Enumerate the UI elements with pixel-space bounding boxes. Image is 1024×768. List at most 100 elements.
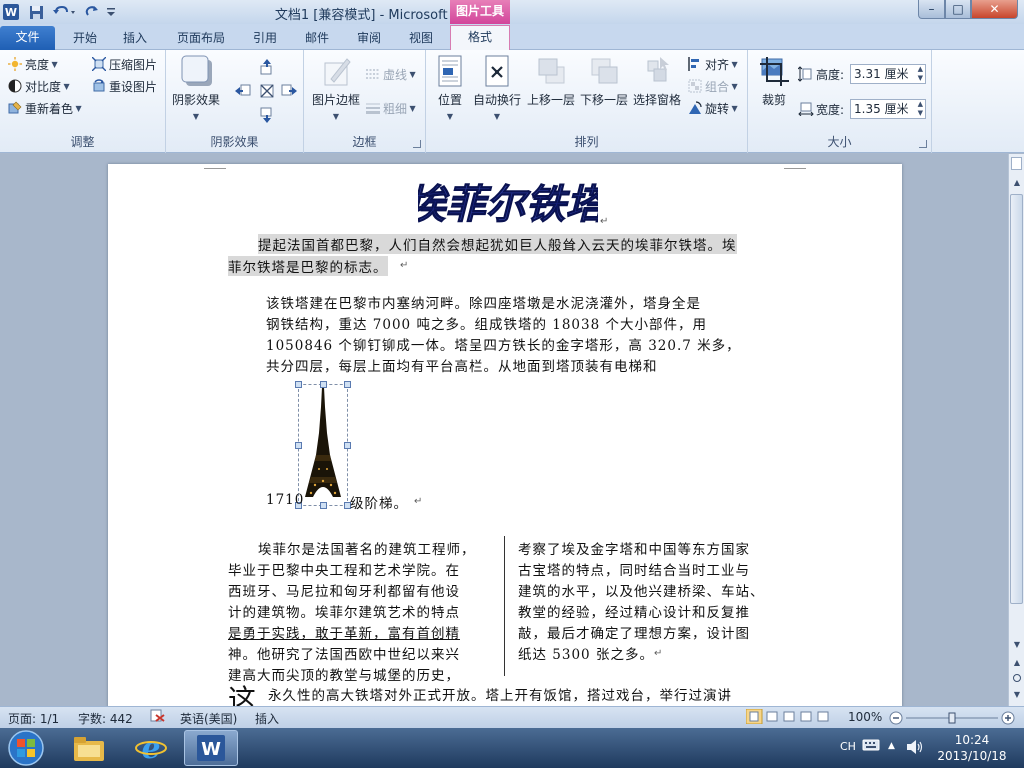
nudge-shadow-up-button[interactable] xyxy=(258,58,276,76)
col-right-line: 考察了埃及金字塔和中国等东方国家 xyxy=(518,542,750,558)
dashes-button[interactable]: 虚线 ▼ xyxy=(366,65,416,83)
col-right-line: 敲，最后才确定了理想方案，设计图 xyxy=(518,626,750,642)
para2-line: 该铁塔建在巴黎市内塞纳河畔。除四座塔墩是水泥浇灌外，塔身全是 xyxy=(266,296,701,312)
col-left-line: 计的建筑物。埃菲尔建筑艺术的特点 xyxy=(228,605,460,621)
crop-button[interactable]: 裁剪 xyxy=(754,55,794,108)
margin-mark xyxy=(204,168,226,169)
resize-handle[interactable] xyxy=(344,442,351,449)
resize-handle[interactable] xyxy=(344,381,351,388)
tab-mailings[interactable]: 邮件 xyxy=(294,27,340,50)
col-left-line: 建高大而尖顶的教堂与城堡的历史， xyxy=(228,668,460,684)
col-right-line: 建筑的水平，以及他兴建桥梁、车站、 xyxy=(518,584,765,600)
word-taskbar-button[interactable]: W xyxy=(184,730,238,766)
tab-insert[interactable]: 插入 xyxy=(112,27,158,50)
paragraph-mark: ↵ xyxy=(600,216,609,227)
scroll-up-icon[interactable]: ▲ xyxy=(1012,178,1022,188)
resize-handle[interactable] xyxy=(295,381,302,388)
shadow-effects-button[interactable]: 阴影效果 ▼ xyxy=(172,55,220,122)
tab-references[interactable]: 引用 xyxy=(242,27,288,50)
contrast-button[interactable]: 对比度 ▼ xyxy=(8,77,70,95)
group-arrange: 位置 ▼ 自动换行 ▼ 上移一层 下移一层 选择窗格 对齐 ▼ 组合 ▼ 旋转 ▼ xyxy=(426,50,748,153)
insert-mode[interactable]: 插入 xyxy=(255,710,279,727)
start-orb-icon[interactable] xyxy=(4,728,48,768)
document-page[interactable]: 埃菲尔铁塔 ↵ 提起法国首都巴黎，人们自然会想起犹如巨人般耸入云天的埃菲尔铁塔。… xyxy=(108,164,902,706)
resize-handle[interactable] xyxy=(320,502,327,509)
tray-clock[interactable]: 10:24 2013/10/18 xyxy=(930,732,1014,764)
reset-picture-button[interactable]: 重设图片 xyxy=(92,77,157,95)
height-spinner[interactable]: ▲ ▼ xyxy=(918,65,923,83)
brightness-button[interactable]: 亮度 ▼ xyxy=(8,55,58,73)
explorer-icon[interactable] xyxy=(62,730,116,766)
paragraph-mark: ↵ xyxy=(400,260,409,271)
ie-icon[interactable]: e xyxy=(124,730,178,766)
tab-home[interactable]: 开始 xyxy=(62,27,108,50)
nudge-shadow-left-button[interactable] xyxy=(234,82,252,100)
bring-forward-button[interactable]: 上移一层 xyxy=(526,55,576,108)
vertical-scrollbar[interactable]: ▲ ▼ ▲ ▼ xyxy=(1008,154,1024,706)
rotate-button[interactable]: 旋转 ▼ xyxy=(688,99,738,117)
width-field[interactable]: 1.35 厘米 ▲ ▼ xyxy=(850,99,926,119)
tab-view[interactable]: 视图 xyxy=(398,27,444,50)
send-backward-button[interactable]: 下移一层 xyxy=(578,55,630,108)
proofing-icon[interactable] xyxy=(150,709,166,726)
height-field[interactable]: 3.31 厘米 ▲ ▼ xyxy=(850,64,926,84)
wrap-text-button[interactable]: 自动换行 ▼ xyxy=(470,55,524,122)
shadow-onoff-button[interactable] xyxy=(258,82,276,100)
align-button[interactable]: 对齐 ▼ xyxy=(688,55,738,73)
height-label: 高度: xyxy=(816,67,845,82)
selection-pane-button[interactable]: 选择窗格 xyxy=(630,55,684,108)
group-objects-icon xyxy=(688,79,702,93)
ime-indicator[interactable]: CH xyxy=(840,740,856,753)
page-count[interactable]: 页面: 1/1 xyxy=(8,710,59,727)
weight-button[interactable]: 粗细 ▼ xyxy=(366,99,416,117)
tab-review[interactable]: 审阅 xyxy=(346,27,392,50)
resize-handle[interactable] xyxy=(295,442,302,449)
picture-border-button[interactable]: 图片边框 ▼ xyxy=(308,55,364,122)
next-page-icon[interactable]: ▼ xyxy=(1012,690,1022,700)
keyboard-icon[interactable] xyxy=(862,738,880,755)
scroll-thumb[interactable] xyxy=(1010,194,1023,604)
wordart-text: 埃菲尔铁塔 xyxy=(418,181,598,228)
width-spinner[interactable]: ▲ ▼ xyxy=(918,100,923,118)
zoom-level[interactable]: 100% xyxy=(848,710,882,724)
selection-pane-icon xyxy=(642,55,672,87)
shape-width-icon xyxy=(798,100,814,118)
tab-format[interactable]: 格式 xyxy=(450,25,510,51)
word-count[interactable]: 字数: 442 xyxy=(78,710,133,727)
col-right-line: 纸达 5300 张之多。 xyxy=(518,647,654,663)
ruler-toggle-icon[interactable] xyxy=(1011,157,1022,170)
document-area[interactable]: 埃菲尔铁塔 ↵ 提起法国首都巴黎，人们自然会想起犹如巨人般耸入云天的埃菲尔铁塔。… xyxy=(0,154,1008,706)
position-icon xyxy=(435,55,465,87)
group-objects-button[interactable]: 组合 ▼ xyxy=(688,77,738,95)
print-layout-view-icon[interactable] xyxy=(745,708,830,727)
drop-cap: 这 xyxy=(228,683,257,706)
nudge-shadow-down-button[interactable] xyxy=(258,106,276,124)
close-button[interactable]: ✕ xyxy=(971,0,1018,19)
minimize-button[interactable]: – xyxy=(918,0,945,19)
volume-icon[interactable] xyxy=(906,739,924,758)
tab-file[interactable]: 文件 xyxy=(0,26,55,50)
recolor-button[interactable]: 重新着色 ▼ xyxy=(8,99,82,117)
language-indicator[interactable]: 英语(美国) xyxy=(180,710,237,727)
resize-handle[interactable] xyxy=(320,381,327,388)
nudge-shadow-right-button[interactable] xyxy=(280,82,298,100)
zoom-slider[interactable] xyxy=(888,710,1016,726)
maximize-button[interactable]: □ xyxy=(945,0,971,19)
previous-page-icon[interactable]: ▲ xyxy=(1012,658,1022,668)
border-dialog-launcher[interactable] xyxy=(413,140,421,148)
group-adjust: 亮度 ▼ 对比度 ▼ 重新着色 ▼ 压缩图片 重设图片 调整 xyxy=(0,50,166,153)
wordart-title[interactable]: 埃菲尔铁塔 xyxy=(418,176,598,232)
tab-page-layout[interactable]: 页面布局 xyxy=(166,27,236,50)
compress-pictures-button[interactable]: 压缩图片 xyxy=(91,55,157,73)
group-arrange-label: 排列 xyxy=(574,135,599,149)
weight-label: 粗细 xyxy=(383,101,408,116)
position-button[interactable]: 位置 ▼ xyxy=(432,55,468,122)
scroll-down-icon[interactable]: ▼ xyxy=(1012,640,1022,650)
crop-label: 裁剪 xyxy=(761,93,786,107)
brightness-label: 亮度 xyxy=(25,57,50,72)
eiffel-tower-picture[interactable] xyxy=(295,381,351,509)
size-dialog-launcher[interactable] xyxy=(919,140,927,148)
show-hidden-icons-icon[interactable]: ▲ xyxy=(888,741,895,751)
para1-line2: 菲尔铁塔是巴黎的标志。 xyxy=(228,256,388,276)
browse-object-icon[interactable] xyxy=(1013,674,1021,682)
